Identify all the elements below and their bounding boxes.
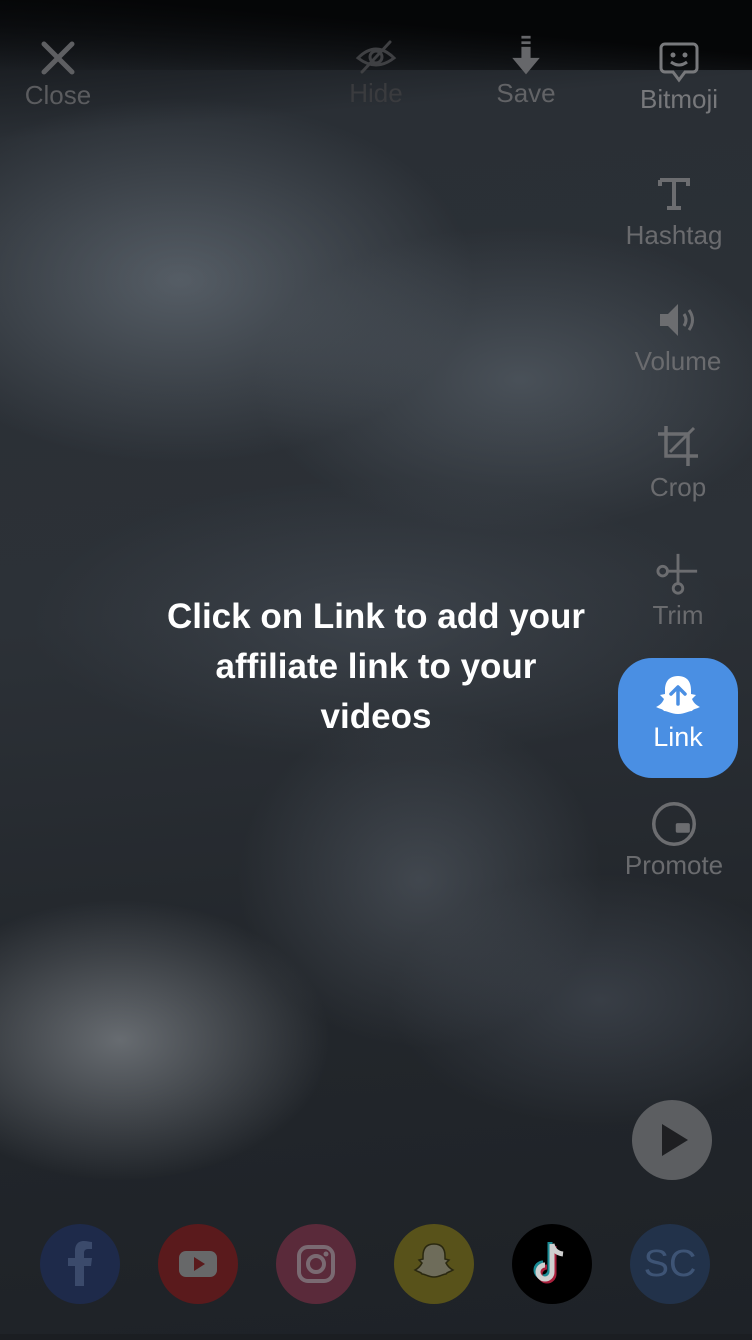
close-label: Close — [24, 80, 92, 110]
play-button[interactable] — [632, 1100, 712, 1180]
link-button[interactable]: Link — [618, 658, 738, 778]
youtube-icon — [179, 1251, 217, 1277]
bitmoji-button[interactable]: Bitmoji — [614, 40, 744, 115]
hint-line-1: Click on Link to add your — [166, 597, 586, 636]
soundcloud-label: SC — [643, 1243, 697, 1285]
close-button[interactable]: Close — [0, 36, 123, 111]
hashtag-button[interactable]: Hashtag — [612, 172, 736, 251]
facebook-share-button[interactable] — [40, 1224, 120, 1304]
hint-line-2: affiliate link to your — [215, 647, 537, 686]
hide-button[interactable]: Hide — [311, 34, 441, 109]
link-hint-text: Click on Link to add your affiliate link… — [140, 592, 612, 742]
promote-label: Promote — [624, 850, 724, 880]
picture-in-picture-icon — [652, 802, 696, 846]
trim-button[interactable]: Trim — [618, 552, 738, 631]
link-label: Link — [653, 722, 703, 752]
instagram-share-button[interactable] — [276, 1224, 356, 1304]
tiktok-icon — [533, 1242, 564, 1284]
scissors-icon — [656, 553, 698, 595]
snapchat-upload-icon — [656, 676, 700, 714]
crop-button[interactable]: Crop — [618, 424, 738, 503]
trim-label: Trim — [652, 600, 704, 630]
eye-slash-icon — [355, 40, 397, 74]
crop-label: Crop — [649, 472, 707, 502]
speaker-icon — [660, 304, 694, 336]
youtube-share-button[interactable] — [158, 1224, 238, 1304]
facebook-icon — [68, 1241, 92, 1286]
hashtag-label: Hashtag — [625, 220, 723, 250]
hint-line-3: videos — [320, 697, 432, 736]
volume-label: Volume — [634, 346, 722, 376]
play-icon — [662, 1124, 688, 1156]
download-icon — [512, 35, 540, 75]
save-label: Save — [496, 78, 556, 108]
close-icon — [41, 41, 75, 75]
soundcloud-share-button[interactable]: SC — [630, 1224, 710, 1304]
hide-label: Hide — [349, 78, 403, 108]
text-icon — [658, 178, 690, 210]
tiktok-share-button[interactable] — [512, 1224, 592, 1304]
crop-icon — [658, 426, 698, 466]
promote-button[interactable]: Promote — [612, 802, 736, 881]
instagram-icon — [297, 1245, 335, 1283]
snapchat-share-button[interactable] — [394, 1224, 474, 1304]
snapchat-icon — [413, 1243, 455, 1278]
bitmoji-label: Bitmoji — [639, 84, 718, 114]
save-button[interactable]: Save — [461, 34, 591, 109]
bitmoji-icon — [659, 42, 699, 83]
volume-button[interactable]: Volume — [618, 298, 738, 377]
